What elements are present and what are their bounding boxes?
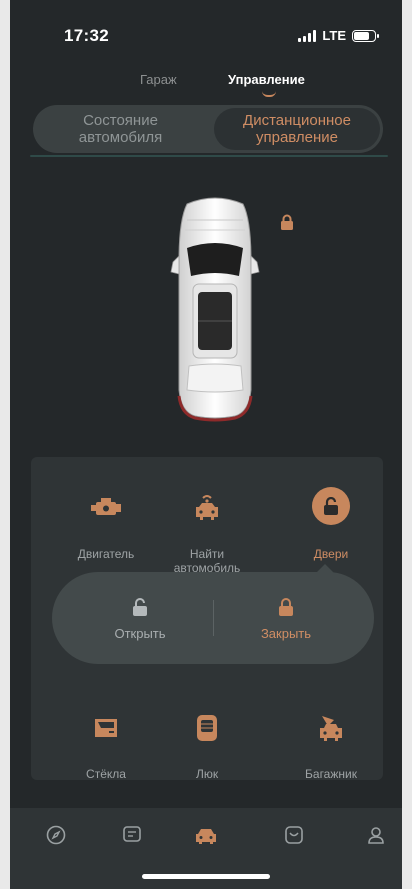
status-bar: 17:32 LTE (10, 22, 402, 48)
unlock-icon (60, 596, 220, 618)
open-doors-button[interactable]: Открыть (60, 596, 220, 641)
car-icon[interactable] (186, 824, 226, 846)
segment-remote-control[interactable]: Дистанционное управление (214, 108, 380, 150)
app-screen: 17:32 LTE Гараж Управление Состояние авт… (10, 0, 402, 889)
car-top-view-image (170, 197, 260, 422)
messages-icon[interactable] (112, 824, 152, 846)
battery-icon (352, 29, 379, 42)
trunk-icon (281, 711, 381, 745)
profile-icon[interactable] (356, 824, 396, 846)
trunk-control[interactable]: Багажник (281, 697, 381, 795)
status-time: 17:32 (64, 26, 109, 45)
windows-control[interactable]: Стёкла (56, 697, 156, 795)
close-doors-button[interactable]: Закрыть (206, 596, 366, 641)
top-tabs: Гараж Управление (10, 72, 402, 96)
engine-label: Двигатель (77, 547, 135, 561)
doors-popup: Открыть Закрыть (52, 572, 374, 664)
close-doors-label: Закрыть (260, 626, 312, 641)
unlock-icon (312, 487, 350, 525)
segment-vehicle-state[interactable]: Состояние автомобиля (33, 105, 208, 153)
trunk-label: Багажник (305, 767, 357, 781)
sunroof-label: Люк (195, 767, 219, 781)
car-window-icon (56, 711, 156, 745)
find-car-label: Найти автомобиль (173, 547, 241, 575)
windows-label: Стёкла (86, 767, 126, 781)
tab-control[interactable]: Управление (228, 72, 305, 87)
tab-garage[interactable]: Гараж (140, 72, 177, 87)
lock-status-icon (280, 214, 294, 235)
doors-control[interactable]: Двери (281, 473, 381, 575)
compass-icon[interactable] (36, 824, 76, 846)
home-indicator[interactable] (142, 874, 270, 879)
engine-control[interactable]: Двигатель (56, 477, 156, 575)
engine-icon (56, 491, 156, 525)
find-car-icon (157, 491, 257, 525)
sunroof-icon (157, 711, 257, 745)
store-icon[interactable] (274, 824, 314, 846)
status-indicators: LTE (298, 28, 379, 43)
lock-icon (206, 596, 366, 618)
network-label: LTE (322, 28, 346, 43)
open-doors-label: Открыть (114, 626, 166, 641)
doors-label: Двери (313, 547, 349, 561)
signal-icon (298, 29, 317, 42)
divider (30, 155, 388, 157)
active-tab-indicator (262, 91, 276, 97)
sunroof-control[interactable]: Люк (157, 697, 257, 795)
mode-segmented-control: Состояние автомобиля Дистанционное управ… (33, 105, 383, 153)
